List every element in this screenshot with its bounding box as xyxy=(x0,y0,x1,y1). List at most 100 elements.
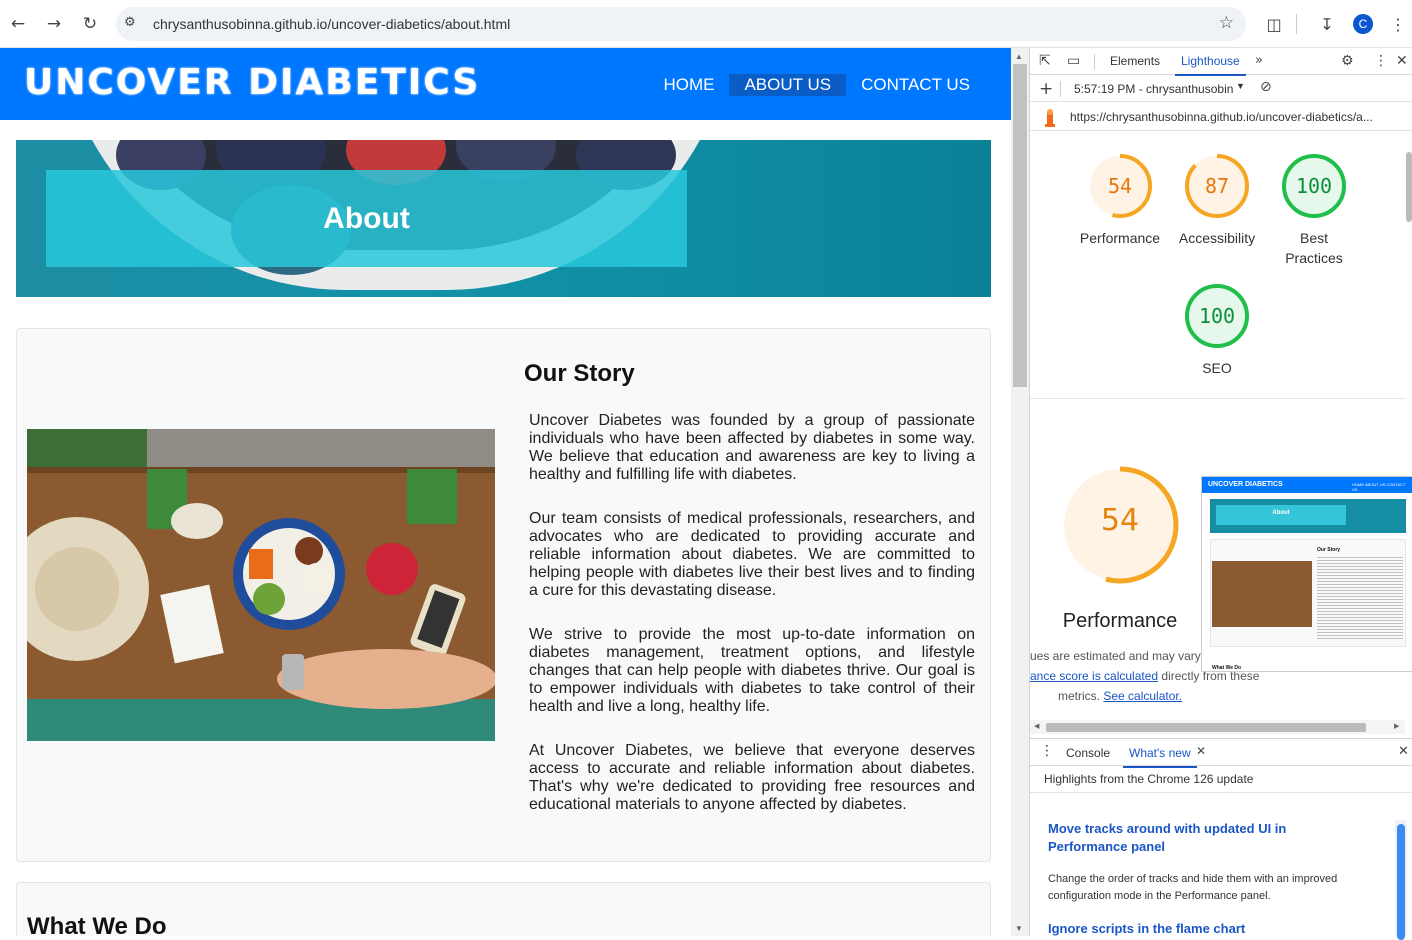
nav-home[interactable]: HOME xyxy=(648,74,729,96)
metrics-note: metrics. See calculator. xyxy=(1058,689,1182,703)
tab-divider xyxy=(1094,54,1095,70)
whats-new-item-title[interactable]: Ignore scripts in the flame chart xyxy=(1048,920,1368,938)
more-tabs-icon[interactable]: » xyxy=(1255,53,1263,68)
site-info-icon[interactable]: ⚙ xyxy=(124,15,142,33)
score-label: Best Practices xyxy=(1285,230,1343,266)
thumb-footer: What We Do xyxy=(1212,665,1242,671)
site-header: UNCOVER DIABETICS HOME ABOUT US CONTACT … xyxy=(0,48,1011,120)
lighthouse-icon xyxy=(1045,109,1055,127)
bookmark-star-icon[interactable]: ☆ xyxy=(1219,13,1234,33)
food-table-photo xyxy=(27,429,495,741)
page-scrollbar[interactable]: ▲ ▼ xyxy=(1011,48,1029,936)
profile-avatar[interactable]: C xyxy=(1353,14,1373,34)
tab-elements[interactable]: Elements xyxy=(1110,54,1160,68)
score-value: 100 xyxy=(1198,304,1236,328)
drawer-scrollbar[interactable] xyxy=(1395,820,1407,940)
score-calculation-link[interactable]: ance score is calculated xyxy=(1030,669,1158,683)
site-nav: HOME ABOUT US CONTACT US xyxy=(648,74,985,96)
extensions-icon[interactable]: ◫ xyxy=(1262,12,1286,36)
nav-about-us[interactable]: ABOUT US xyxy=(729,74,847,96)
toolbar-divider xyxy=(1060,81,1061,97)
score-value: 100 xyxy=(1295,174,1333,198)
score-label: Performance xyxy=(1079,230,1161,246)
site-brand[interactable]: UNCOVER DIABETICS xyxy=(24,62,480,103)
report-url[interactable]: https://chrysanthusobinna.github.io/unco… xyxy=(1070,110,1380,124)
drawer-tabbar: ⋮ Console What's new ✕ ✕ xyxy=(1030,738,1412,768)
whats-new-subtitle: Highlights from the Chrome 126 update xyxy=(1044,772,1254,786)
story-paragraph: We strive to provide the most up-to-date… xyxy=(529,626,975,715)
metrics-note: ues are estimated and may vary xyxy=(1030,649,1201,663)
score-label: Accessibility xyxy=(1178,230,1256,246)
clear-reports-icon[interactable]: ⊘ xyxy=(1260,79,1272,95)
story-paragraph: At Uncover Diabetes, we believe that eve… xyxy=(529,742,975,813)
lighthouse-toolbar: + 5:57:19 PM - chrysanthusobinr ▼ ⊘ xyxy=(1030,76,1412,102)
thumb-nav-about: ABOUT US xyxy=(1364,482,1386,487)
device-toolbar-icon[interactable]: ▭ xyxy=(1067,53,1080,69)
devtools-close-icon[interactable]: ✕ xyxy=(1396,53,1408,69)
hscroll-thumb[interactable] xyxy=(1046,723,1366,732)
browser-menu-icon[interactable]: ⋮ xyxy=(1386,12,1410,36)
see-calculator-link[interactable]: See calculator. xyxy=(1103,689,1182,703)
story-photo xyxy=(27,429,495,741)
page-screenshot-thumbnail[interactable]: UNCOVER DIABETICS HOME ABOUT US CONTACT … xyxy=(1201,476,1412,672)
devtools-horizontal-scrollbar[interactable]: ◀ ▶ xyxy=(1030,720,1405,734)
browser-toolbar: ← → ↻ ⚙ chrysanthusobinna.github.io/unco… xyxy=(0,0,1412,48)
forward-icon[interactable]: → xyxy=(43,13,65,35)
thumb-hero-title: About xyxy=(1272,510,1290,516)
our-story-card: Our Story Uncover Diabetes was founded b… xyxy=(16,328,991,862)
devtools-vertical-scrollbar[interactable] xyxy=(1405,132,1412,722)
performance-big-label: Performance xyxy=(1062,610,1178,632)
new-report-icon[interactable]: + xyxy=(1039,79,1053,99)
thumb-text-lines xyxy=(1317,557,1403,641)
toolbar-divider xyxy=(1296,14,1297,34)
drawer-menu-icon[interactable]: ⋮ xyxy=(1040,743,1054,759)
scroll-up-arrow[interactable]: ▲ xyxy=(1015,52,1023,61)
thumb-photo xyxy=(1212,561,1312,627)
reload-icon[interactable]: ↻ xyxy=(79,13,101,35)
story-heading: Our Story xyxy=(524,360,635,387)
drawer-tab-whats-new[interactable]: What's new xyxy=(1123,746,1197,768)
story-paragraph: Uncover Diabetes was founded by a group … xyxy=(529,412,975,483)
page-viewport: UNCOVER DIABETICS HOME ABOUT US CONTACT … xyxy=(0,48,1011,936)
hero-banner: About xyxy=(16,140,991,297)
note-text: metrics. xyxy=(1058,689,1104,703)
whats-new-item-desc: Change the order of tracks and hide them… xyxy=(1048,873,1338,902)
devtools-tabbar: ⇱ ▭ Elements Lighthouse » ⚙ ⋮ ✕ xyxy=(1030,48,1412,76)
tab-lighthouse[interactable]: Lighthouse xyxy=(1175,54,1246,76)
section-divider xyxy=(1030,398,1405,399)
drawer-close-icon[interactable]: ✕ xyxy=(1398,744,1409,759)
vscroll-thumb[interactable] xyxy=(1406,152,1412,222)
nav-contact-us[interactable]: CONTACT US xyxy=(846,74,985,96)
drawer-scrollbar-thumb[interactable] xyxy=(1397,824,1405,940)
drawer-tab-console[interactable]: Console xyxy=(1066,746,1110,760)
devtools-menu-icon[interactable]: ⋮ xyxy=(1374,53,1388,69)
score-value: 54 xyxy=(1107,174,1133,198)
performance-big-score: 54 xyxy=(1100,503,1140,538)
scroll-left-arrow[interactable]: ◀ xyxy=(1034,722,1039,730)
download-icon[interactable]: ↧ xyxy=(1315,12,1339,36)
close-tab-icon[interactable]: ✕ xyxy=(1196,744,1206,758)
hero-title: About xyxy=(323,201,410,235)
report-selector[interactable]: 5:57:19 PM - chrysanthusobinr xyxy=(1074,82,1234,96)
score-value: 87 xyxy=(1204,174,1230,198)
inspect-element-icon[interactable]: ⇱ xyxy=(1039,53,1051,69)
scroll-right-arrow[interactable]: ▶ xyxy=(1394,722,1399,730)
devtools-settings-icon[interactable]: ⚙ xyxy=(1341,53,1354,69)
devtools-panel: ⇱ ▭ Elements Lighthouse » ⚙ ⋮ ✕ + 5:57:1… xyxy=(1029,48,1412,940)
back-icon[interactable]: ← xyxy=(7,13,29,35)
report-url-bar: https://chrysanthusobinna.github.io/unco… xyxy=(1030,103,1412,131)
scroll-down-arrow[interactable]: ▼ xyxy=(1015,924,1023,933)
thumb-nav: HOME ABOUT US CONTACT US xyxy=(1352,482,1412,492)
whats-new-item-title[interactable]: Move tracks around with updated UI in Pe… xyxy=(1048,820,1368,856)
address-url[interactable]: chrysanthusobinna.github.io/uncover-diab… xyxy=(153,16,510,32)
thumb-brand: UNCOVER DIABETICS xyxy=(1208,481,1283,488)
drawer-divider xyxy=(1030,792,1412,793)
chevron-down-icon[interactable]: ▼ xyxy=(1236,81,1245,91)
page-scrollbar-thumb[interactable] xyxy=(1013,64,1027,387)
what-we-do-card: What We Do xyxy=(16,882,991,936)
what-we-do-heading: What We Do xyxy=(27,913,167,936)
score-label: SEO xyxy=(1202,360,1232,376)
story-paragraph: Our team consists of medical professiona… xyxy=(529,510,975,599)
address-bar[interactable]: ⚙ chrysanthusobinna.github.io/uncover-di… xyxy=(116,7,1246,41)
thumb-story-heading: Our Story xyxy=(1317,547,1341,553)
